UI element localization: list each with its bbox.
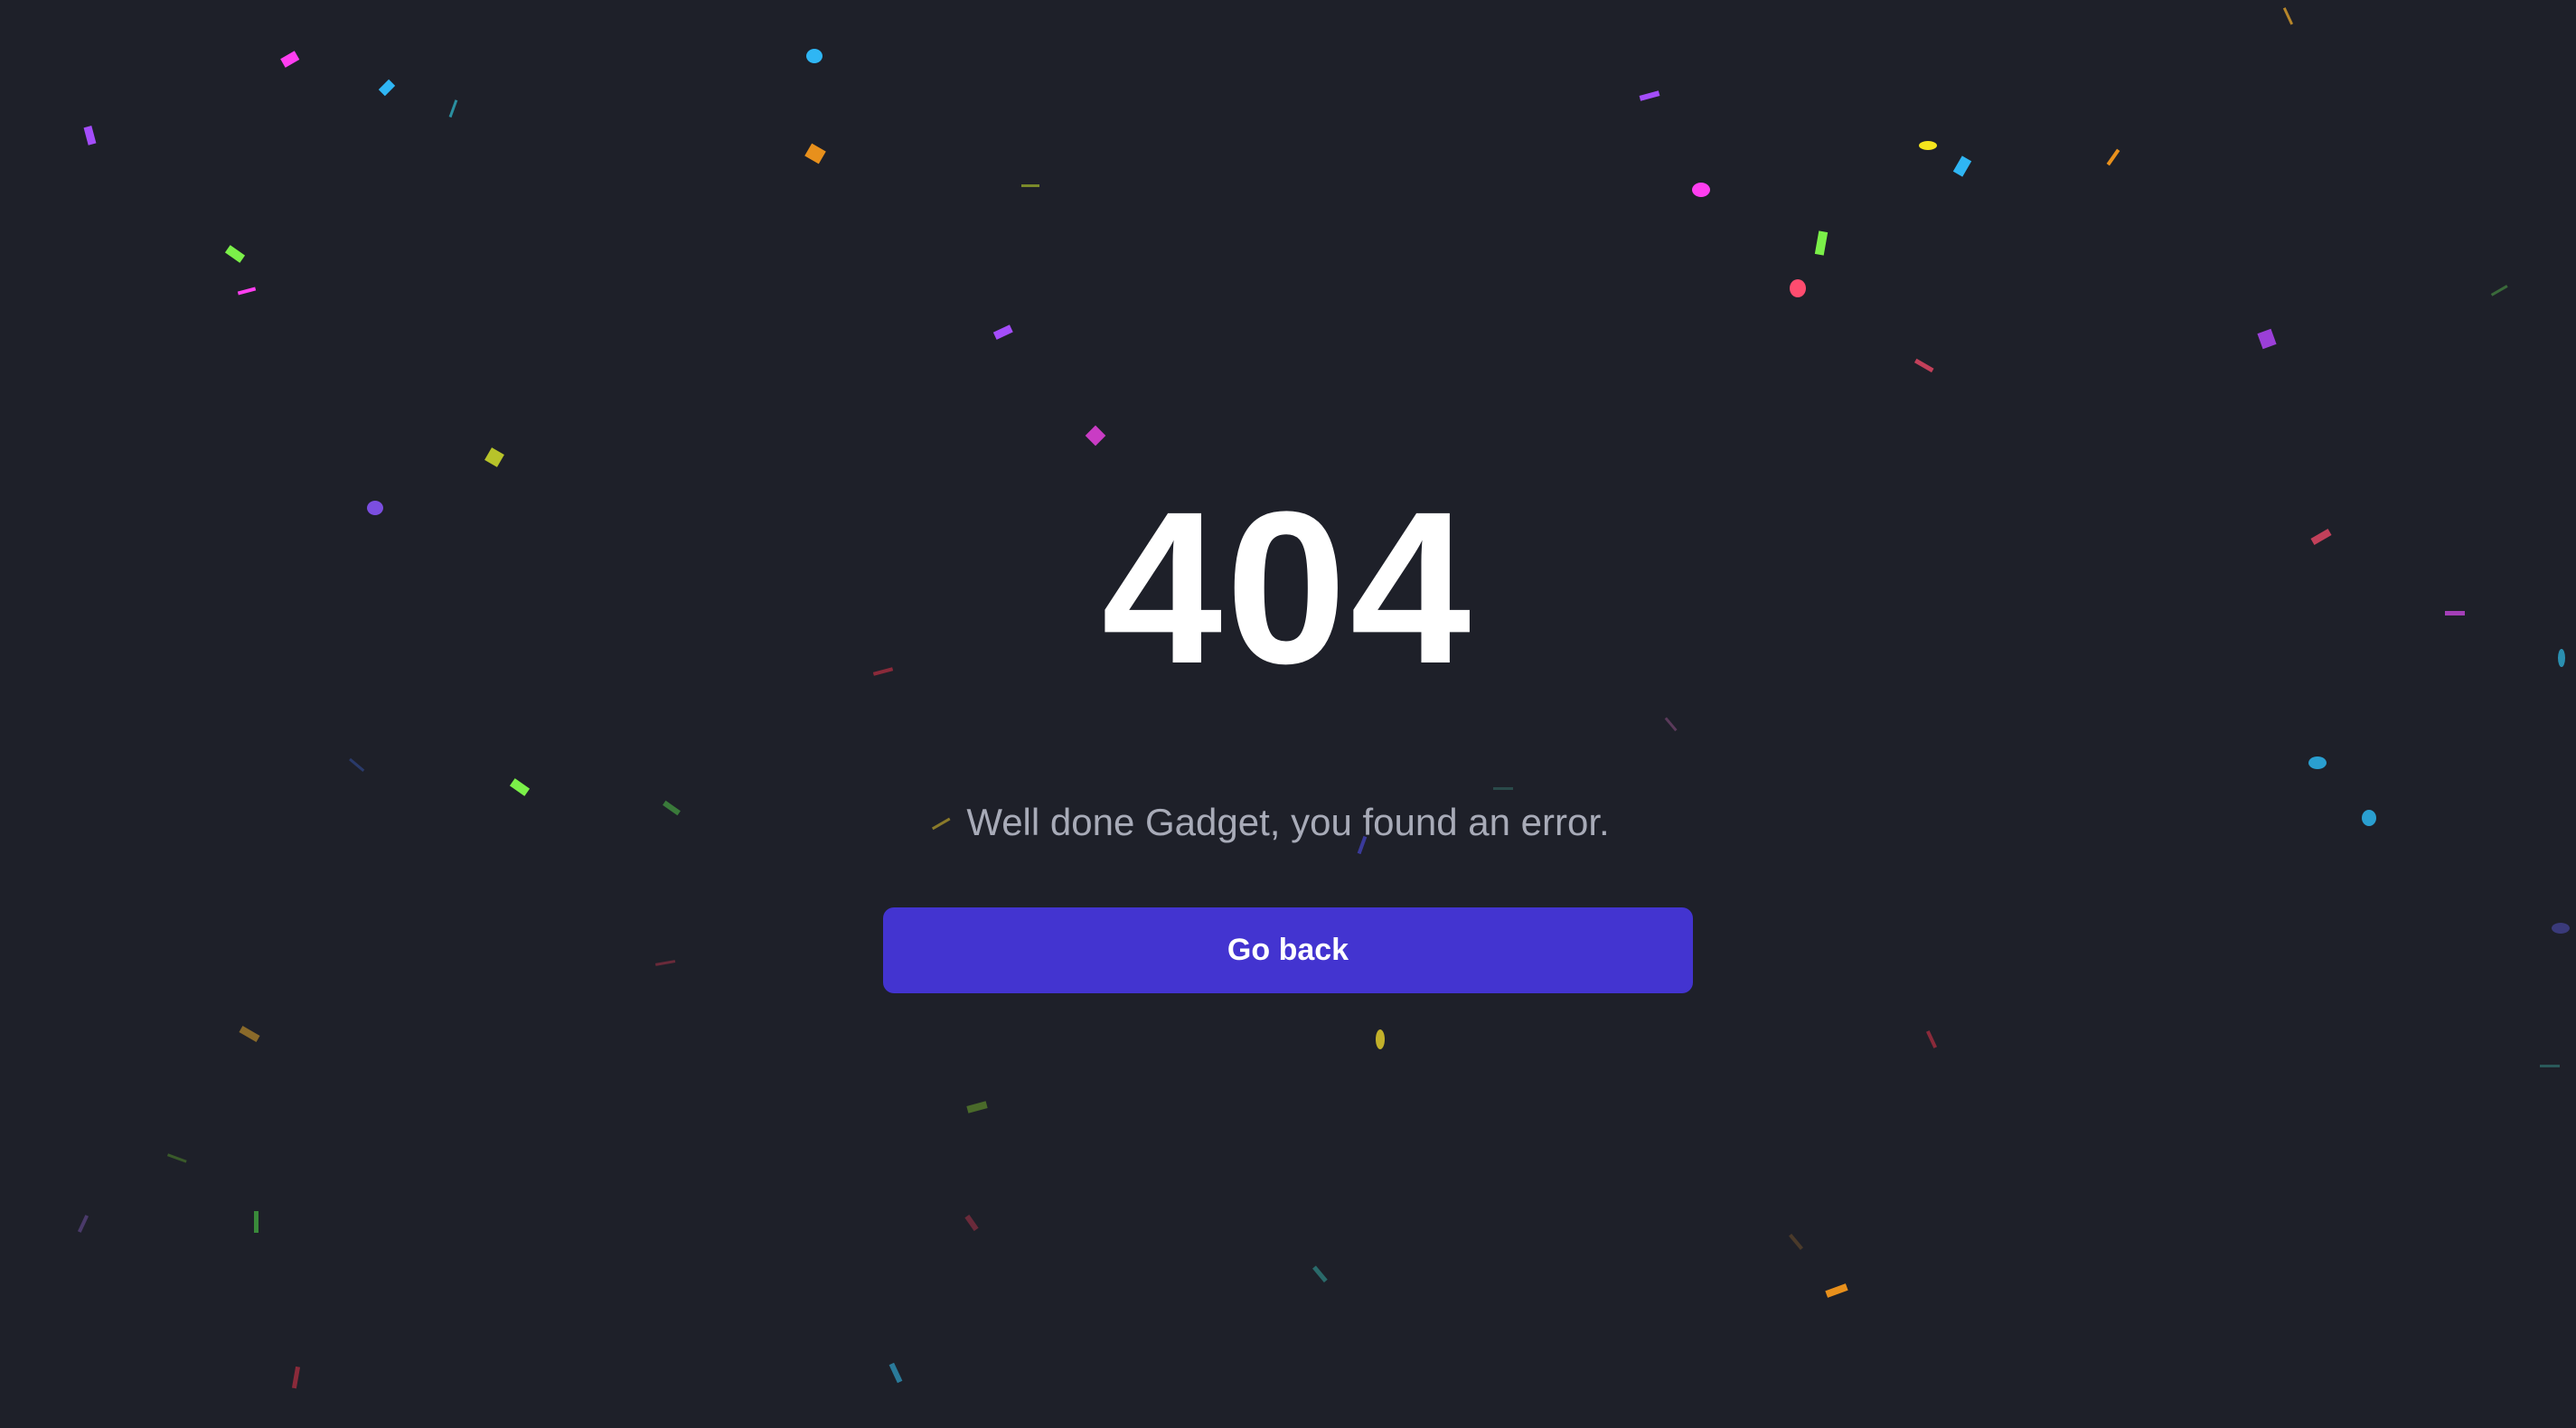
error-page: 404 Well done Gadget, you found an error… (0, 0, 2576, 1428)
error-message: Well done Gadget, you found an error. (966, 801, 1610, 843)
go-back-label: Go back (1227, 933, 1349, 967)
error-code: 404 (1101, 466, 1475, 709)
go-back-button[interactable]: Go back (883, 907, 1693, 993)
error-content: 404 Well done Gadget, you found an error… (0, 0, 2576, 1428)
